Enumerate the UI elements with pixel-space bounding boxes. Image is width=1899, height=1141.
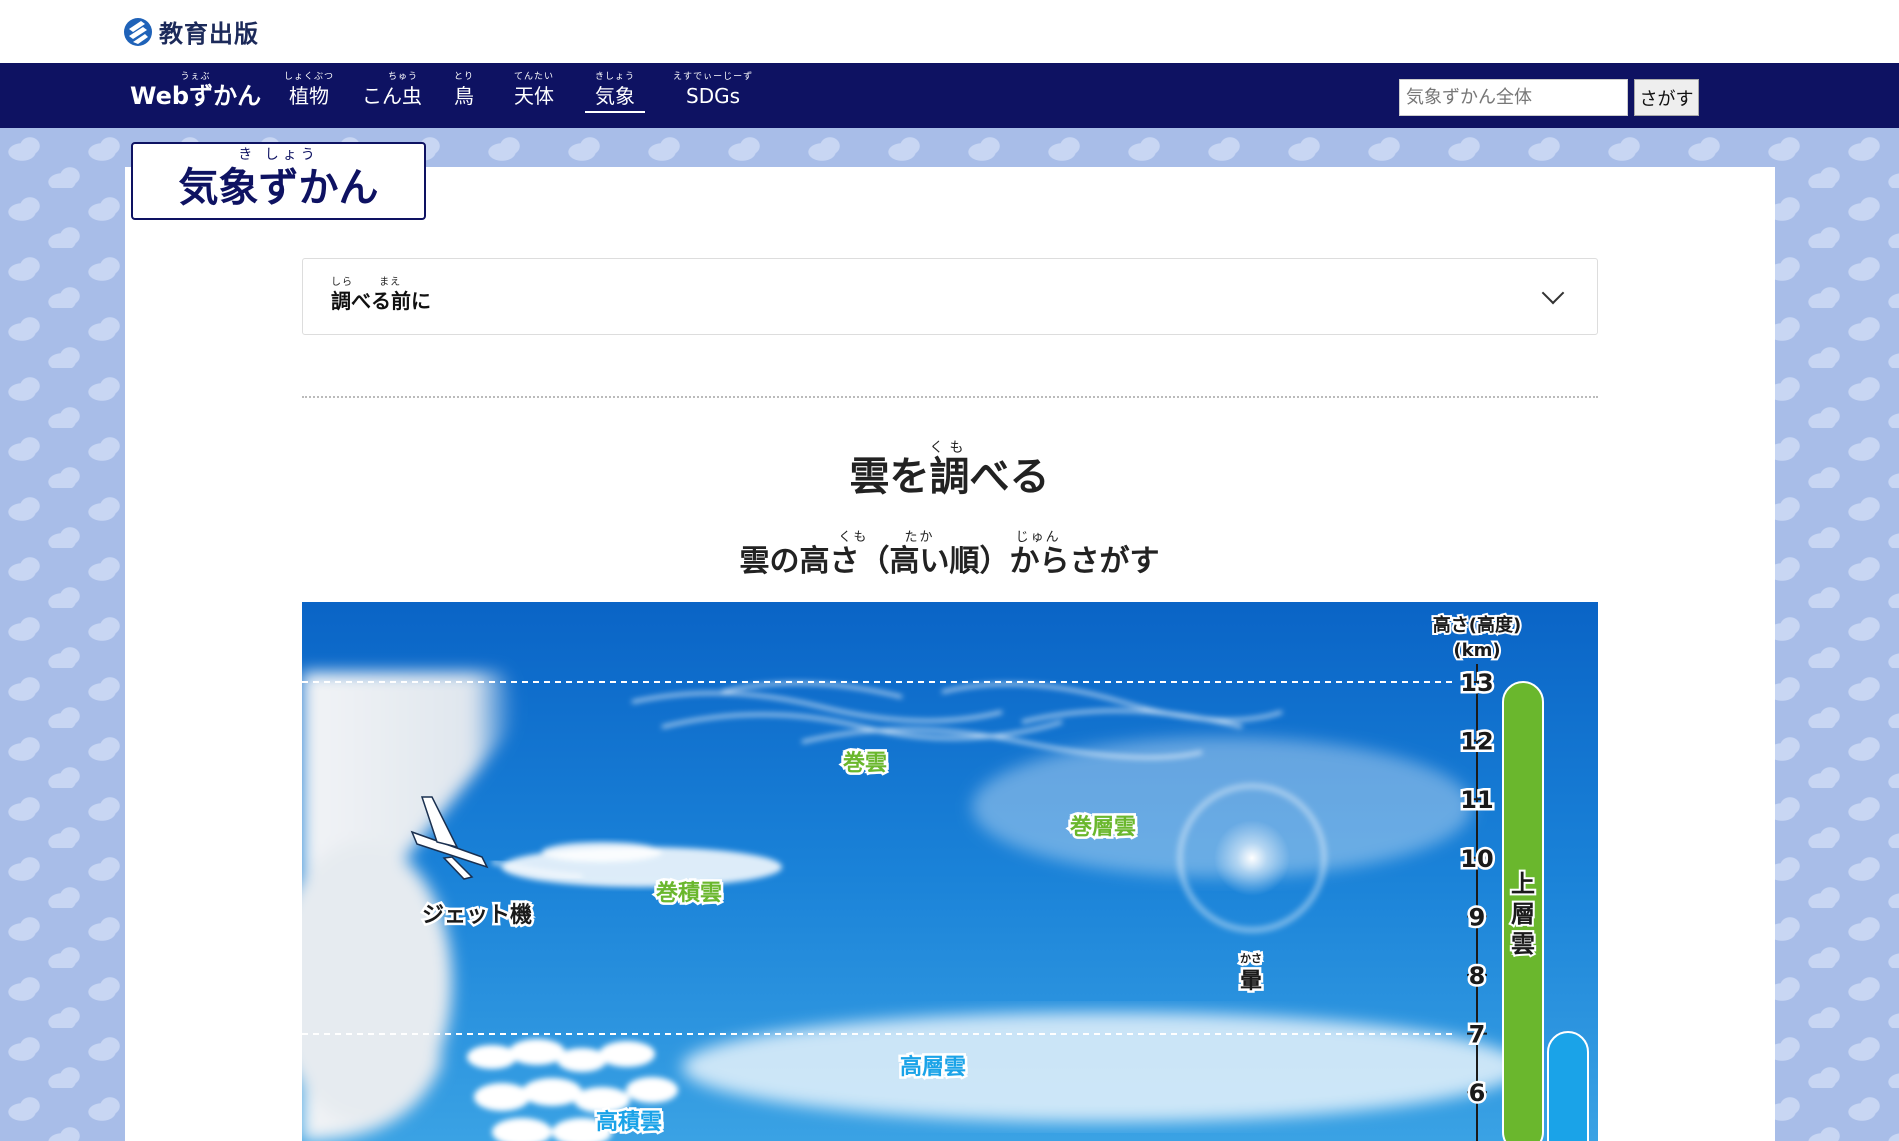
cloud-height-diagram[interactable]: 巻雲 巻層雲 巻積雲 ジェット機 かさ 暈 高層雲 高積雲 高さ(高度) (km… <box>302 602 1598 1141</box>
nav-label: 植物 <box>289 84 329 108</box>
zukan-title-text: 気象ずかん <box>178 165 379 211</box>
axis-unit: (km) <box>1453 640 1500 661</box>
accordion-header: しら まえ 調べる前に <box>331 277 431 313</box>
brand-bar: 教育出版 <box>0 0 1899 63</box>
label-altostratus: 高層雲 <box>900 1054 966 1080</box>
nav-item-sdgs[interactable]: えすでぃーじーず SDGs <box>673 71 753 109</box>
altostratus-cloud <box>682 1012 1522 1122</box>
nav-item-webzukan[interactable]: うぇぶ Webずかん <box>130 71 261 109</box>
search-input[interactable] <box>1399 79 1628 116</box>
section-title: くも たか じゅん 雲の高さ（高い順）からさがす <box>0 530 1899 580</box>
axis-tick-label: 8 <box>1469 962 1486 990</box>
cirrocumulus-cloud <box>502 842 782 887</box>
label-cirrus: 巻雲 <box>843 750 887 776</box>
chevron-down-icon <box>1541 281 1565 305</box>
nav-label: Webずかん <box>130 82 262 110</box>
label-cirrocumulus: 巻積雲 <box>656 880 722 906</box>
label-cirrostratus: 巻層雲 <box>1070 814 1136 840</box>
brand-logo-icon <box>124 17 152 46</box>
band-label-char: 上 <box>1511 870 1535 898</box>
cloud-diagram-svg: 巻雲 巻層雲 巻積雲 ジェット機 かさ 暈 高層雲 高積雲 高さ(高度) (km… <box>302 612 1589 1141</box>
axis-tick-label: 11 <box>1460 786 1493 814</box>
zukan-title-ruby: き しょう <box>238 147 319 163</box>
section-title-ruby: くも たか じゅん <box>838 530 1061 545</box>
brand-name: 教育出版 <box>159 20 259 48</box>
nav-label: 気象 <box>595 84 635 108</box>
accordion-ruby: しら まえ <box>331 277 402 288</box>
middle-cloud-band <box>1547 1031 1589 1141</box>
nav-label: こん虫 <box>362 84 422 108</box>
nav-item-weather[interactable]: きしょう 気象 <box>585 71 645 113</box>
axis-title: 高さ(高度) <box>1433 614 1521 636</box>
nav-item-astronomy[interactable]: てんたい 天体 <box>514 71 554 109</box>
search-button[interactable]: さがす <box>1634 79 1699 116</box>
nav-ruby: ちゅう <box>387 72 418 82</box>
zukan-title: き しょう 気象ずかん <box>131 142 426 220</box>
nav-item-insects[interactable]: ちゅう こん虫 <box>362 71 422 109</box>
label-halo-ruby: かさ <box>1240 952 1262 965</box>
axis-tick-label: 9 <box>1469 903 1486 931</box>
axis-tick-label: 13 <box>1460 669 1493 697</box>
axis-tick-label: 12 <box>1460 728 1493 756</box>
sun-glow <box>1214 820 1290 896</box>
page-title-text: 雲を調べる <box>849 454 1050 500</box>
nav-ruby: とり <box>454 72 475 82</box>
nav-label: 天体 <box>514 84 554 108</box>
brand-link[interactable]: 教育出版 <box>123 14 259 49</box>
nav-ruby: えすでぃーじーず <box>673 72 754 82</box>
axis-tick-label: 7 <box>1469 1021 1486 1049</box>
axis-tick-label: 6 <box>1469 1079 1486 1107</box>
band-label-char: 雲 <box>1511 930 1535 958</box>
nav-item-plants[interactable]: しょくぶつ 植物 <box>284 71 334 109</box>
before-research-accordion[interactable]: しら まえ 調べる前に <box>302 258 1598 335</box>
nav-ruby: てんたい <box>514 72 555 82</box>
nav-label: SDGs <box>686 84 741 108</box>
label-halo: 暈 <box>1240 969 1262 994</box>
section-title-text: 雲の高さ（高い順）からさがす <box>739 544 1160 579</box>
page-title: くも 雲を調べる <box>0 440 1899 500</box>
accordion-label: 調べる前に <box>331 289 431 313</box>
nav-label: 鳥 <box>454 84 474 108</box>
nav-item-birds[interactable]: とり 鳥 <box>454 71 474 109</box>
label-jet: ジェット機 <box>422 903 532 928</box>
dotted-divider <box>302 396 1598 398</box>
band-label-char: 層 <box>1511 900 1535 928</box>
label-altocumulus: 高積雲 <box>596 1109 662 1135</box>
nav-ruby: きしょう <box>594 72 635 82</box>
nav-ruby: しょくぶつ <box>284 72 335 82</box>
axis-tick-label: 10 <box>1460 845 1493 873</box>
page-title-ruby: くも <box>929 440 970 456</box>
